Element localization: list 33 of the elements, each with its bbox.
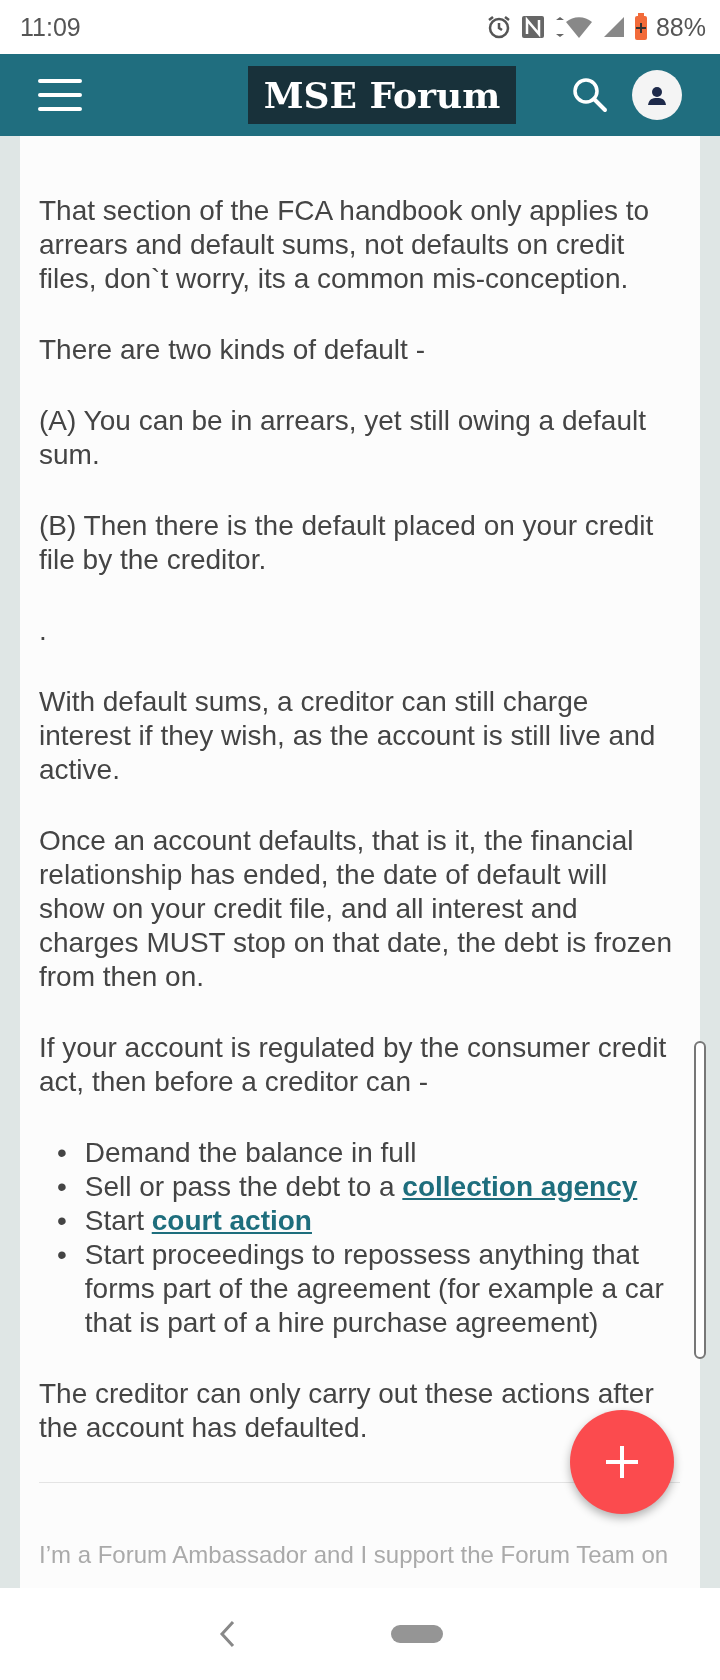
menu-icon[interactable] — [38, 78, 82, 112]
post-paragraph: (A) You can be in arrears, yet still owing a default sum. — [39, 404, 647, 472]
post-paragraph: With default sums, a creditor can still charge interest if they wish, as the account is still live and active. — [39, 685, 657, 787]
bullet-mark: • — [57, 1170, 67, 1204]
list-item-text: Demand the balance in full — [84, 1137, 417, 1168]
battery-icon — [633, 13, 648, 41]
post-paragraph: That section of the FCA handbook only applies to arrears and default sums, not defaults on credit files, don`t worry, its a common mis-conception. — [39, 194, 651, 296]
bullet-mark: • — [57, 1204, 67, 1238]
inline-link[interactable]: collection agency — [402, 1171, 638, 1202]
scrollbar[interactable] — [694, 1041, 706, 1359]
list-item-text: Start — [84, 1205, 145, 1236]
post-paragraph: (B) Then there is the default placed on your credit file by the creditor. — [39, 509, 655, 577]
list-item-text: Start proceedings to repossess anything that forms part of the agreement (for example a car that is part of a hire purchase agreement) — [84, 1239, 664, 1338]
post-paragraph: If your account is regulated by the consumer credit act, then before a creditor can - — [39, 1031, 668, 1099]
list-item-text: Sell or pass the debt to a — [84, 1171, 396, 1202]
search-icon[interactable] — [572, 77, 608, 113]
bullet-mark: • — [57, 1238, 67, 1272]
clock-time: 11:09 — [20, 12, 81, 42]
back-icon[interactable] — [217, 1619, 236, 1649]
bullet-mark: • — [57, 1136, 67, 1170]
person-icon — [647, 85, 667, 105]
nfc-icon — [519, 14, 546, 40]
home-pill[interactable] — [390, 1625, 443, 1643]
signature-text: I’m a Forum Ambassador and I support the Forum Team on — [39, 1541, 670, 1569]
post-paragraph: The creditor can only carry out these actions after the account has defaulted. — [39, 1377, 655, 1445]
post-paragraph: There are two kinds of default - — [39, 333, 426, 367]
battery-level: 88% — [655, 12, 706, 42]
profile-button[interactable] — [632, 70, 682, 120]
inline-link[interactable]: court action — [151, 1205, 312, 1236]
post-paragraph: . — [39, 614, 48, 648]
site-logo[interactable]: MSE Forum — [247, 66, 517, 124]
plus-icon — [604, 1444, 640, 1480]
post-paragraph: Once an account defaults, that is it, the financial relationship has ended, the date of default will show on your credit file, and all interest and charges MUST stop on that date, the debt is frozen from then on. — [39, 824, 673, 994]
